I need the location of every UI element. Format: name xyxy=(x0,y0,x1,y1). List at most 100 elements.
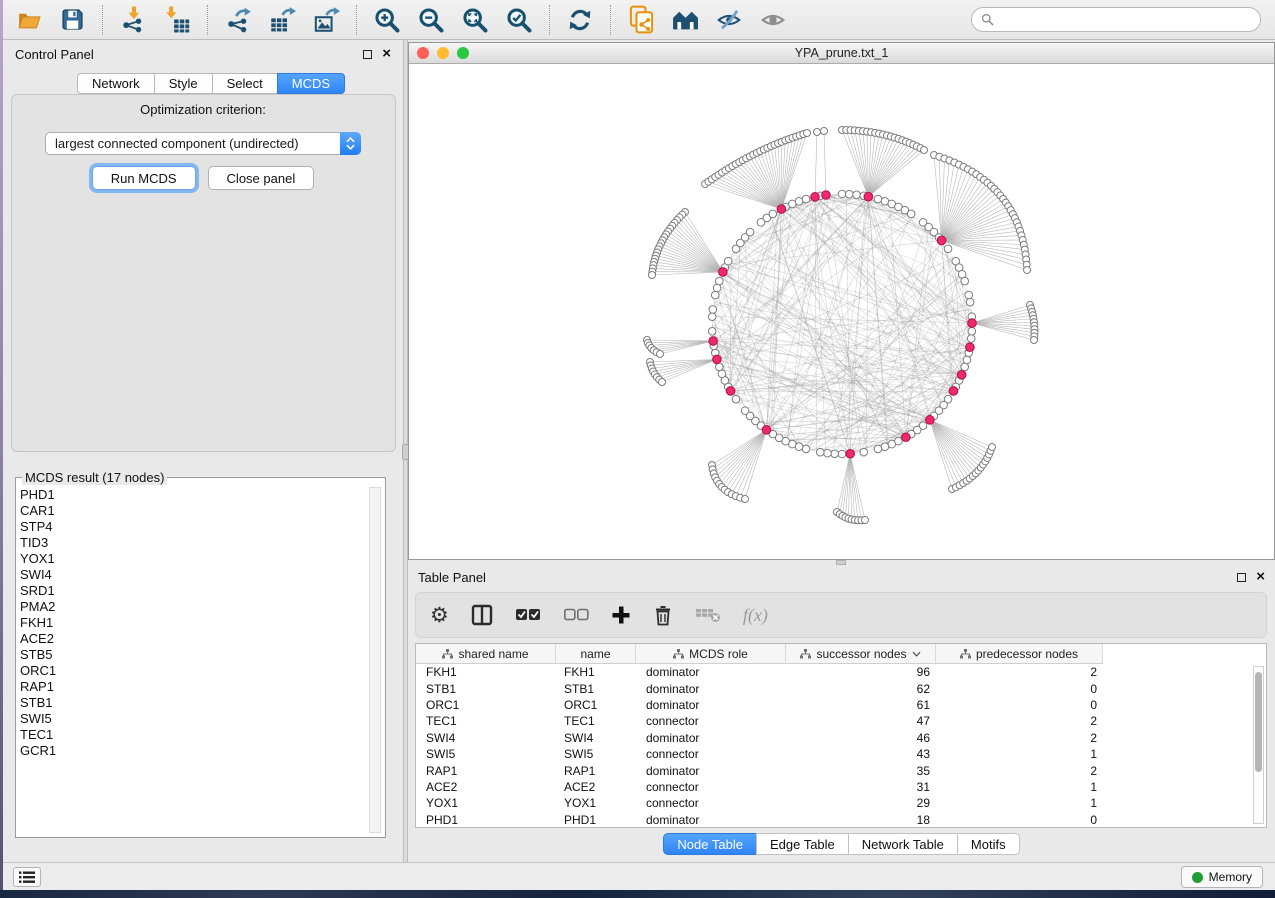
tab-node-table[interactable]: Node Table xyxy=(663,833,756,855)
mcds-result-item[interactable]: STB5 xyxy=(20,647,363,663)
table-cell: dominator xyxy=(636,682,786,696)
mcds-result-item[interactable]: TID3 xyxy=(20,535,363,551)
table-row[interactable]: TEC1TEC1connector472 xyxy=(416,713,1266,729)
mcds-result-item[interactable]: FKH1 xyxy=(20,615,363,631)
export-network-button[interactable] xyxy=(221,5,255,35)
mcds-result-item[interactable]: STB1 xyxy=(20,695,363,711)
table-cell: dominator xyxy=(636,665,786,679)
minimize-window-icon[interactable] xyxy=(437,47,449,59)
float-table-panel-icon[interactable] xyxy=(1237,573,1246,582)
show-all-button[interactable] xyxy=(756,5,790,35)
mcds-result-item[interactable]: CAR1 xyxy=(20,503,363,519)
first-neighbors-button[interactable] xyxy=(668,5,702,35)
mcds-result-item[interactable]: PMA2 xyxy=(20,599,363,615)
zoom-fit-button[interactable] xyxy=(458,5,492,35)
table-cell: 96 xyxy=(786,665,936,679)
network-canvas[interactable] xyxy=(409,64,1274,559)
table-row[interactable]: ORC1ORC1dominator610 xyxy=(416,697,1266,713)
mcds-result-item[interactable]: SWI4 xyxy=(20,567,363,583)
export-table-button[interactable] xyxy=(265,5,299,35)
column-header-shared-name[interactable]: shared name xyxy=(416,644,556,664)
mcds-result-item[interactable]: YOX1 xyxy=(20,551,363,567)
table-row[interactable]: STB1STB1dominator620 xyxy=(416,680,1266,696)
apply-function-button[interactable]: f(x) xyxy=(743,599,768,631)
run-mcds-button[interactable]: Run MCDS xyxy=(92,166,196,190)
column-header-name[interactable]: name xyxy=(556,644,636,664)
tab-style[interactable]: Style xyxy=(154,73,212,94)
node-table[interactable]: shared namenameMCDS rolesuccessor nodesp… xyxy=(415,643,1267,828)
table-scrollbar-thumb[interactable] xyxy=(1255,672,1262,772)
table-cell: 0 xyxy=(936,682,1103,696)
open-file-button[interactable] xyxy=(11,5,45,35)
selected-criterion: largest connected component (undirected) xyxy=(46,136,340,151)
table-row[interactable]: PHD1PHD1dominator180 xyxy=(416,812,1266,828)
table-toolbar: ⚙ xyxy=(415,592,1267,638)
mcds-result-item[interactable]: ACE2 xyxy=(20,631,363,647)
table-row[interactable]: ACE2ACE2connector311 xyxy=(416,779,1266,795)
mcds-result-item[interactable]: SRD1 xyxy=(20,583,363,599)
close-window-icon[interactable] xyxy=(417,47,429,59)
show-log-button[interactable] xyxy=(13,867,41,887)
zoom-in-button[interactable] xyxy=(370,5,404,35)
mcds-result-item[interactable]: ORC1 xyxy=(20,663,363,679)
toolbar-separator xyxy=(207,5,208,35)
search-input[interactable] xyxy=(999,13,1251,27)
table-cell: STB1 xyxy=(416,682,556,696)
zoom-fit-icon xyxy=(461,6,489,34)
tab-network-table[interactable]: Network Table xyxy=(848,833,957,855)
export-image-button[interactable] xyxy=(309,5,343,35)
table-row[interactable]: SWI4SWI4dominator462 xyxy=(416,730,1266,746)
mcds-result-item[interactable]: SWI5 xyxy=(20,711,363,727)
import-network-button[interactable] xyxy=(116,5,150,35)
deselect-all-button[interactable] xyxy=(563,599,589,631)
tab-network[interactable]: Network xyxy=(77,73,154,94)
mcds-result-item[interactable]: TEC1 xyxy=(20,727,363,743)
mcds-result-item[interactable]: RAP1 xyxy=(20,679,363,695)
table-row[interactable]: SWI5SWI5connector431 xyxy=(416,746,1266,762)
save-session-button[interactable] xyxy=(55,5,89,35)
float-panel-icon[interactable] xyxy=(363,50,372,59)
close-panel-icon[interactable]: × xyxy=(382,49,391,59)
tab-motifs[interactable]: Motifs xyxy=(957,833,1020,855)
search-field[interactable] xyxy=(971,7,1261,32)
zoom-selected-button[interactable] xyxy=(502,5,536,35)
new-network-from-selection-button[interactable] xyxy=(624,5,658,35)
create-column-button[interactable] xyxy=(611,599,631,631)
maximize-window-icon[interactable] xyxy=(457,47,469,59)
mcds-result-list[interactable]: PHD1CAR1STP4TID3YOX1SWI4SRD1PMA2FKH1ACE2… xyxy=(20,487,363,833)
delete-table-icon xyxy=(695,606,721,624)
table-row[interactable]: RAP1RAP1dominator352 xyxy=(416,762,1266,778)
zoom-out-button[interactable] xyxy=(414,5,448,35)
column-header-predecessor-nodes[interactable]: predecessor nodes xyxy=(936,644,1103,664)
delete-column-button[interactable] xyxy=(653,599,673,631)
tab-select[interactable]: Select xyxy=(212,73,277,94)
column-header-MCDS-role[interactable]: MCDS role xyxy=(636,644,786,664)
optimization-criterion-select[interactable]: largest connected component (undirected) xyxy=(45,132,361,155)
mcds-result-scrollbar[interactable] xyxy=(369,487,381,833)
hide-selected-button[interactable] xyxy=(712,5,746,35)
table-settings-button[interactable]: ⚙ xyxy=(430,599,449,631)
column-header-successor-nodes[interactable]: successor nodes xyxy=(786,644,936,664)
select-all-button[interactable] xyxy=(515,599,541,631)
table-row[interactable]: FKH1FKH1dominator962 xyxy=(416,664,1266,680)
table-row[interactable]: YOX1YOX1connector291 xyxy=(416,795,1266,811)
close-panel-button[interactable]: Close panel xyxy=(208,166,315,190)
network-window-titlebar[interactable]: YPA_prune.txt_1 xyxy=(409,43,1274,64)
mcds-result-item[interactable]: GCR1 xyxy=(20,743,363,759)
memory-status-icon xyxy=(1192,872,1203,883)
close-table-panel-icon[interactable]: × xyxy=(1256,572,1265,582)
import-table-button[interactable] xyxy=(160,5,194,35)
mcds-result-item[interactable]: PHD1 xyxy=(20,487,363,503)
search-icon xyxy=(981,13,994,26)
table-scrollbar[interactable] xyxy=(1253,666,1264,824)
network-fan-edges xyxy=(647,130,1034,520)
save-floppy-icon xyxy=(60,7,85,32)
refresh-button[interactable] xyxy=(563,5,597,35)
mcds-result-item[interactable]: STP4 xyxy=(20,519,363,535)
trash-icon xyxy=(653,604,673,626)
memory-button[interactable]: Memory xyxy=(1181,866,1263,888)
delete-table-button[interactable] xyxy=(695,599,721,631)
tab-edge-table[interactable]: Edge Table xyxy=(756,833,848,855)
tab-mcds[interactable]: MCDS xyxy=(277,73,345,94)
show-columns-button[interactable] xyxy=(471,599,493,631)
